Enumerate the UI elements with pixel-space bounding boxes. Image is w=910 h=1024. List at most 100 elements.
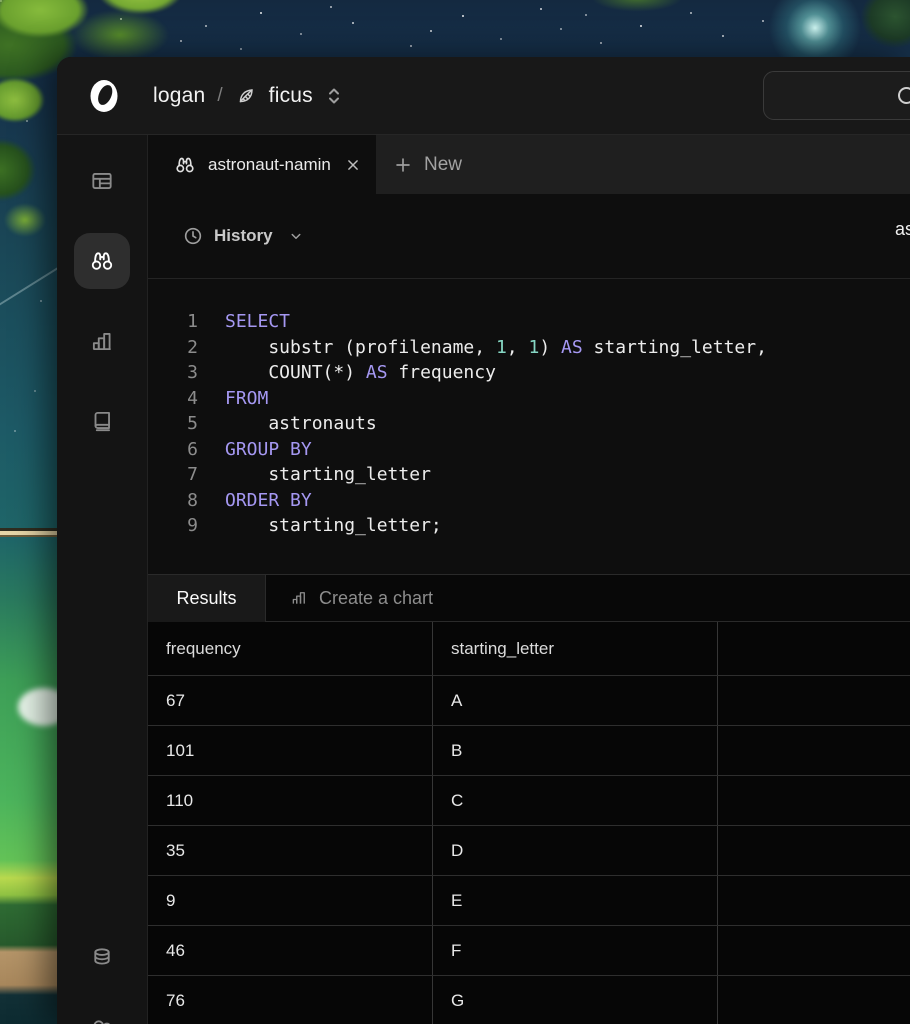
editor-line[interactable]: 1SELECT	[148, 309, 910, 335]
line-number: 2	[148, 335, 198, 361]
search-input[interactable]	[763, 71, 910, 120]
table-cell[interactable]: 35	[148, 826, 433, 875]
table-cell[interactable]	[718, 676, 910, 725]
search-icon	[896, 85, 910, 109]
table-row: 76G	[148, 976, 910, 1024]
sidebar-item-tables[interactable]	[74, 153, 130, 209]
sidebar-item-database[interactable]	[74, 929, 130, 985]
editor-line[interactable]: 4FROM	[148, 386, 910, 412]
table-cell[interactable]: 76	[148, 976, 433, 1024]
editor-line[interactable]: 2 substr (profilename, 1, 1) AS starting…	[148, 335, 910, 361]
code-text: astronauts	[198, 411, 377, 437]
history-button[interactable]: History	[182, 225, 305, 247]
leaf-icon	[235, 85, 257, 107]
editor-line[interactable]: 6GROUP BY	[148, 437, 910, 463]
results-tab-label: Results	[176, 588, 236, 609]
clock-icon	[182, 225, 204, 247]
sidebar	[57, 135, 148, 1024]
table-cell[interactable]: 110	[148, 776, 433, 825]
line-number: 7	[148, 462, 198, 488]
sidebar-item-docs[interactable]	[74, 393, 130, 449]
app-header: logan / ficus	[57, 57, 910, 135]
tab-bar: astronaut-namin New	[148, 135, 910, 194]
app-logo-icon[interactable]	[89, 79, 119, 113]
editor-line[interactable]: 7 starting_letter	[148, 462, 910, 488]
table-cell[interactable]: 67	[148, 676, 433, 725]
table-cell[interactable]: E	[433, 876, 718, 925]
chevron-up-down-icon[interactable]	[325, 86, 343, 106]
line-number: 5	[148, 411, 198, 437]
table-row: 110C	[148, 776, 910, 826]
close-tab-icon[interactable]	[344, 156, 362, 174]
table-row: 9E	[148, 876, 910, 926]
database-icon	[89, 944, 115, 970]
line-number: 1	[148, 309, 198, 335]
workspace-name[interactable]: logan	[153, 84, 205, 108]
column-header[interactable]	[718, 622, 910, 675]
code-text: starting_letter	[198, 462, 431, 488]
app-window: logan / ficus	[57, 57, 910, 1024]
table-header-row: frequencystarting_letter	[148, 622, 910, 676]
table-cell[interactable]	[718, 876, 910, 925]
plus-icon	[392, 154, 414, 176]
editor-line[interactable]: 3 COUNT(*) AS frequency	[148, 360, 910, 386]
table-row: 101B	[148, 726, 910, 776]
editor-line[interactable]: 5 astronauts	[148, 411, 910, 437]
table-cell[interactable]: 9	[148, 876, 433, 925]
main-panel: astronaut-namin New	[148, 135, 910, 1024]
table-cell[interactable]	[718, 726, 910, 775]
line-number: 4	[148, 386, 198, 412]
table-cell[interactable]: A	[433, 676, 718, 725]
code-text: COUNT(*) AS frequency	[198, 360, 496, 386]
table-cell[interactable]: F	[433, 926, 718, 975]
table-cell[interactable]	[718, 776, 910, 825]
code-text: FROM	[198, 386, 268, 412]
line-number: 9	[148, 513, 198, 539]
table-cell[interactable]: C	[433, 776, 718, 825]
results-bar: Results Create a chart	[148, 574, 910, 622]
table-cell[interactable]: D	[433, 826, 718, 875]
table-cell[interactable]: G	[433, 976, 718, 1024]
database-name[interactable]: ficus	[269, 84, 313, 108]
tab-astronaut-naming[interactable]: astronaut-namin	[148, 135, 376, 194]
sidebar-item-queries[interactable]	[74, 233, 130, 289]
table-icon	[89, 168, 115, 194]
wallpaper-bridge	[0, 528, 57, 537]
code-text: SELECT	[198, 309, 290, 335]
table-cell[interactable]: 101	[148, 726, 433, 775]
results-tab[interactable]: Results	[148, 575, 266, 622]
column-header[interactable]: frequency	[148, 622, 433, 675]
wallpaper-foliage	[0, 60, 60, 240]
new-tab-label: New	[424, 154, 462, 176]
wallpaper-foliage	[575, 0, 705, 20]
table-row: 67A	[148, 676, 910, 726]
code-text: substr (profilename, 1, 1) AS starting_l…	[198, 335, 767, 361]
create-chart-label: Create a chart	[319, 588, 433, 609]
new-tab-button[interactable]: New	[392, 154, 462, 176]
code-text: starting_letter;	[198, 513, 442, 539]
code-text: ORDER BY	[198, 488, 312, 514]
binoculars-icon	[89, 248, 115, 274]
sql-editor[interactable]: 1SELECT2 substr (profilename, 1, 1) AS s…	[148, 278, 910, 574]
tab-bar-empty-area: New	[376, 135, 910, 194]
tab-label: astronaut-namin	[208, 155, 332, 175]
breadcrumb: logan / ficus	[153, 84, 343, 108]
create-chart-button[interactable]: Create a chart	[266, 575, 910, 622]
table-cell[interactable]	[718, 926, 910, 975]
table-cell[interactable]	[718, 976, 910, 1024]
history-label: History	[214, 226, 273, 246]
bar-chart-icon	[89, 328, 115, 354]
table-row: 35D	[148, 826, 910, 876]
user-icon[interactable]	[89, 1017, 115, 1024]
table-cell[interactable]: 46	[148, 926, 433, 975]
table-cell[interactable]: B	[433, 726, 718, 775]
editor-line[interactable]: 9 starting_letter;	[148, 513, 910, 539]
column-header[interactable]: starting_letter	[433, 622, 718, 675]
line-number: 6	[148, 437, 198, 463]
sidebar-item-charts[interactable]	[74, 313, 130, 369]
book-icon	[89, 408, 115, 434]
editor-line[interactable]: 8ORDER BY	[148, 488, 910, 514]
binoculars-icon	[174, 154, 196, 176]
query-toolbar: History as	[148, 194, 910, 278]
table-cell[interactable]	[718, 826, 910, 875]
